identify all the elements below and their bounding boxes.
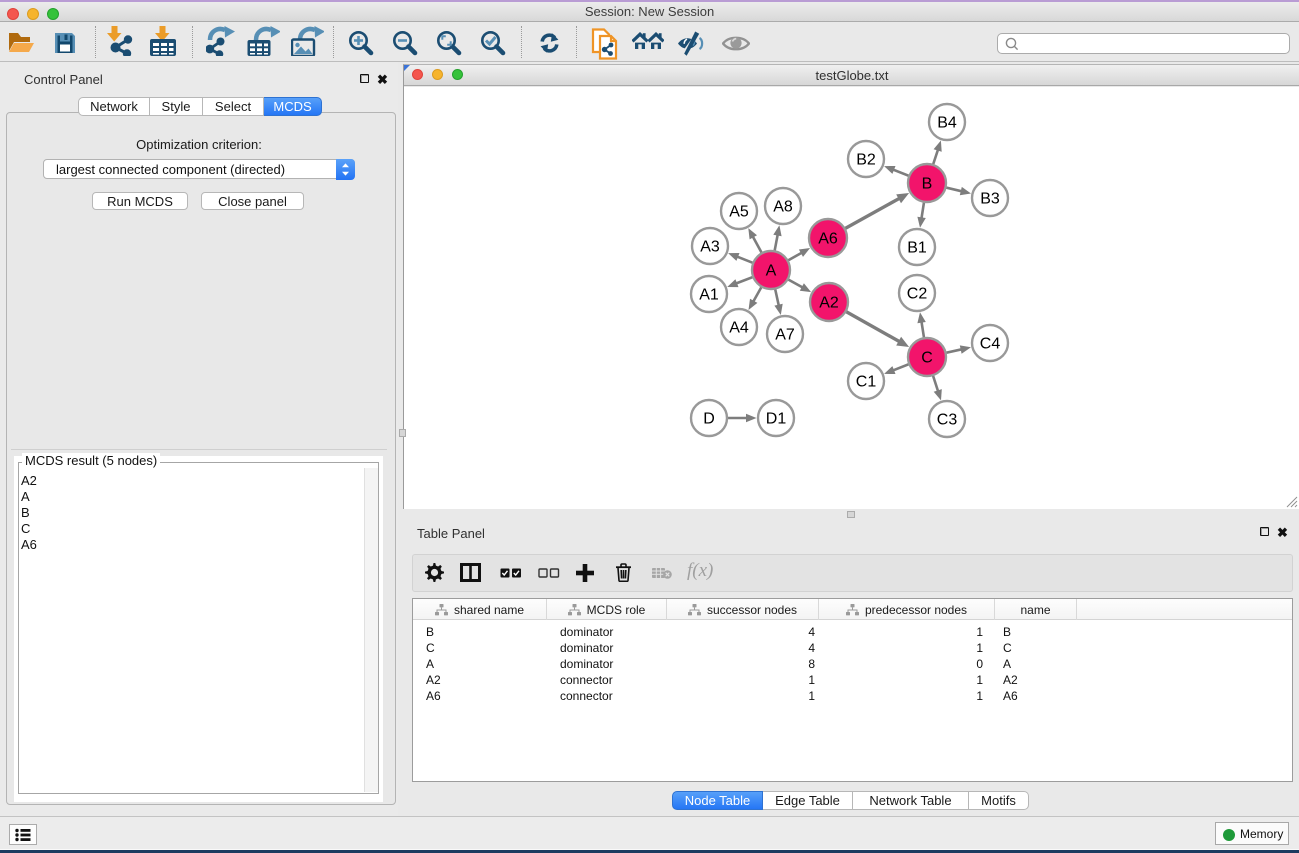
svg-text:A2: A2 bbox=[819, 295, 839, 312]
svg-text:C1: C1 bbox=[856, 374, 877, 391]
svg-text:C4: C4 bbox=[980, 336, 1001, 353]
svg-text:A7: A7 bbox=[775, 327, 795, 344]
svg-text:C3: C3 bbox=[937, 412, 958, 429]
svg-text:A5: A5 bbox=[729, 204, 749, 221]
svg-text:B3: B3 bbox=[980, 191, 1000, 208]
svg-text:B: B bbox=[922, 176, 933, 193]
svg-text:B4: B4 bbox=[937, 115, 957, 132]
svg-text:D1: D1 bbox=[766, 411, 787, 428]
svg-text:A: A bbox=[766, 263, 777, 280]
svg-text:A8: A8 bbox=[773, 199, 793, 216]
svg-text:B1: B1 bbox=[907, 240, 927, 257]
svg-text:A4: A4 bbox=[729, 320, 749, 337]
svg-text:C2: C2 bbox=[907, 286, 928, 303]
svg-text:C: C bbox=[921, 350, 933, 367]
svg-text:A1: A1 bbox=[699, 287, 719, 304]
svg-text:D: D bbox=[703, 411, 715, 428]
svg-text:A3: A3 bbox=[700, 239, 720, 256]
svg-text:B2: B2 bbox=[856, 152, 876, 169]
svg-text:A6: A6 bbox=[818, 231, 838, 248]
